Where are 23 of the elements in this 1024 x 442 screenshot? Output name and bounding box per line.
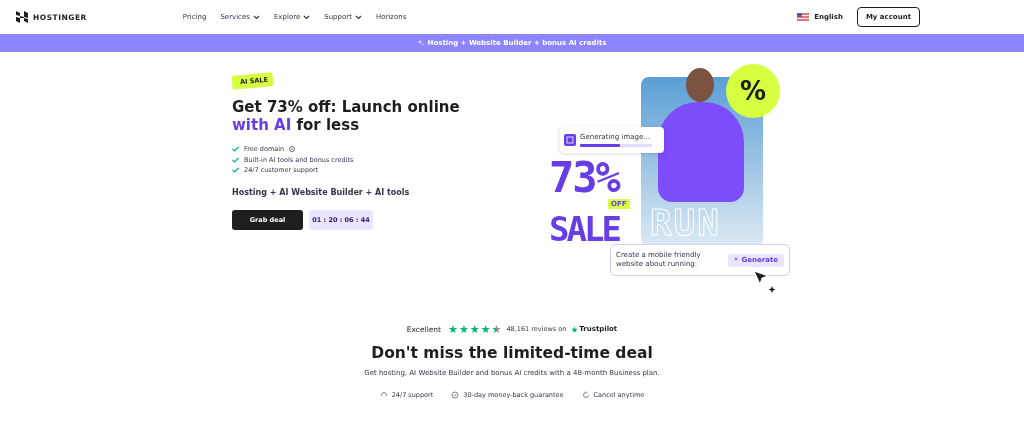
star-icon: ★ bbox=[480, 323, 491, 335]
percent-badge: % bbox=[726, 64, 780, 118]
star-icon bbox=[571, 325, 579, 333]
section-title: Don't miss the limited-time deal bbox=[371, 343, 653, 363]
outline-word: RUN bbox=[650, 202, 722, 244]
info-icon[interactable] bbox=[289, 146, 296, 153]
chevron-down-icon bbox=[303, 14, 311, 20]
chevron-down-icon bbox=[252, 14, 260, 20]
hero-subtitle: Hosting + AI Website Builder + AI tools bbox=[232, 187, 411, 197]
image-icon bbox=[564, 134, 576, 146]
hero-title: with AI for less bbox=[232, 116, 360, 134]
sale-word: SALE bbox=[549, 211, 619, 247]
star-icon: ★ bbox=[458, 323, 469, 335]
flag-icon bbox=[797, 13, 810, 21]
shield-check-icon bbox=[451, 391, 460, 399]
head-silhouette bbox=[686, 68, 714, 102]
refresh-icon bbox=[581, 391, 590, 399]
star-icon: ★ bbox=[448, 323, 458, 335]
star-icon: ★ bbox=[469, 323, 480, 335]
chevron-down-icon bbox=[354, 14, 362, 20]
logo-icon bbox=[16, 11, 28, 23]
hero-title: Get 73% off: Launch online bbox=[232, 98, 460, 116]
sale-number: 73% bbox=[549, 158, 619, 198]
